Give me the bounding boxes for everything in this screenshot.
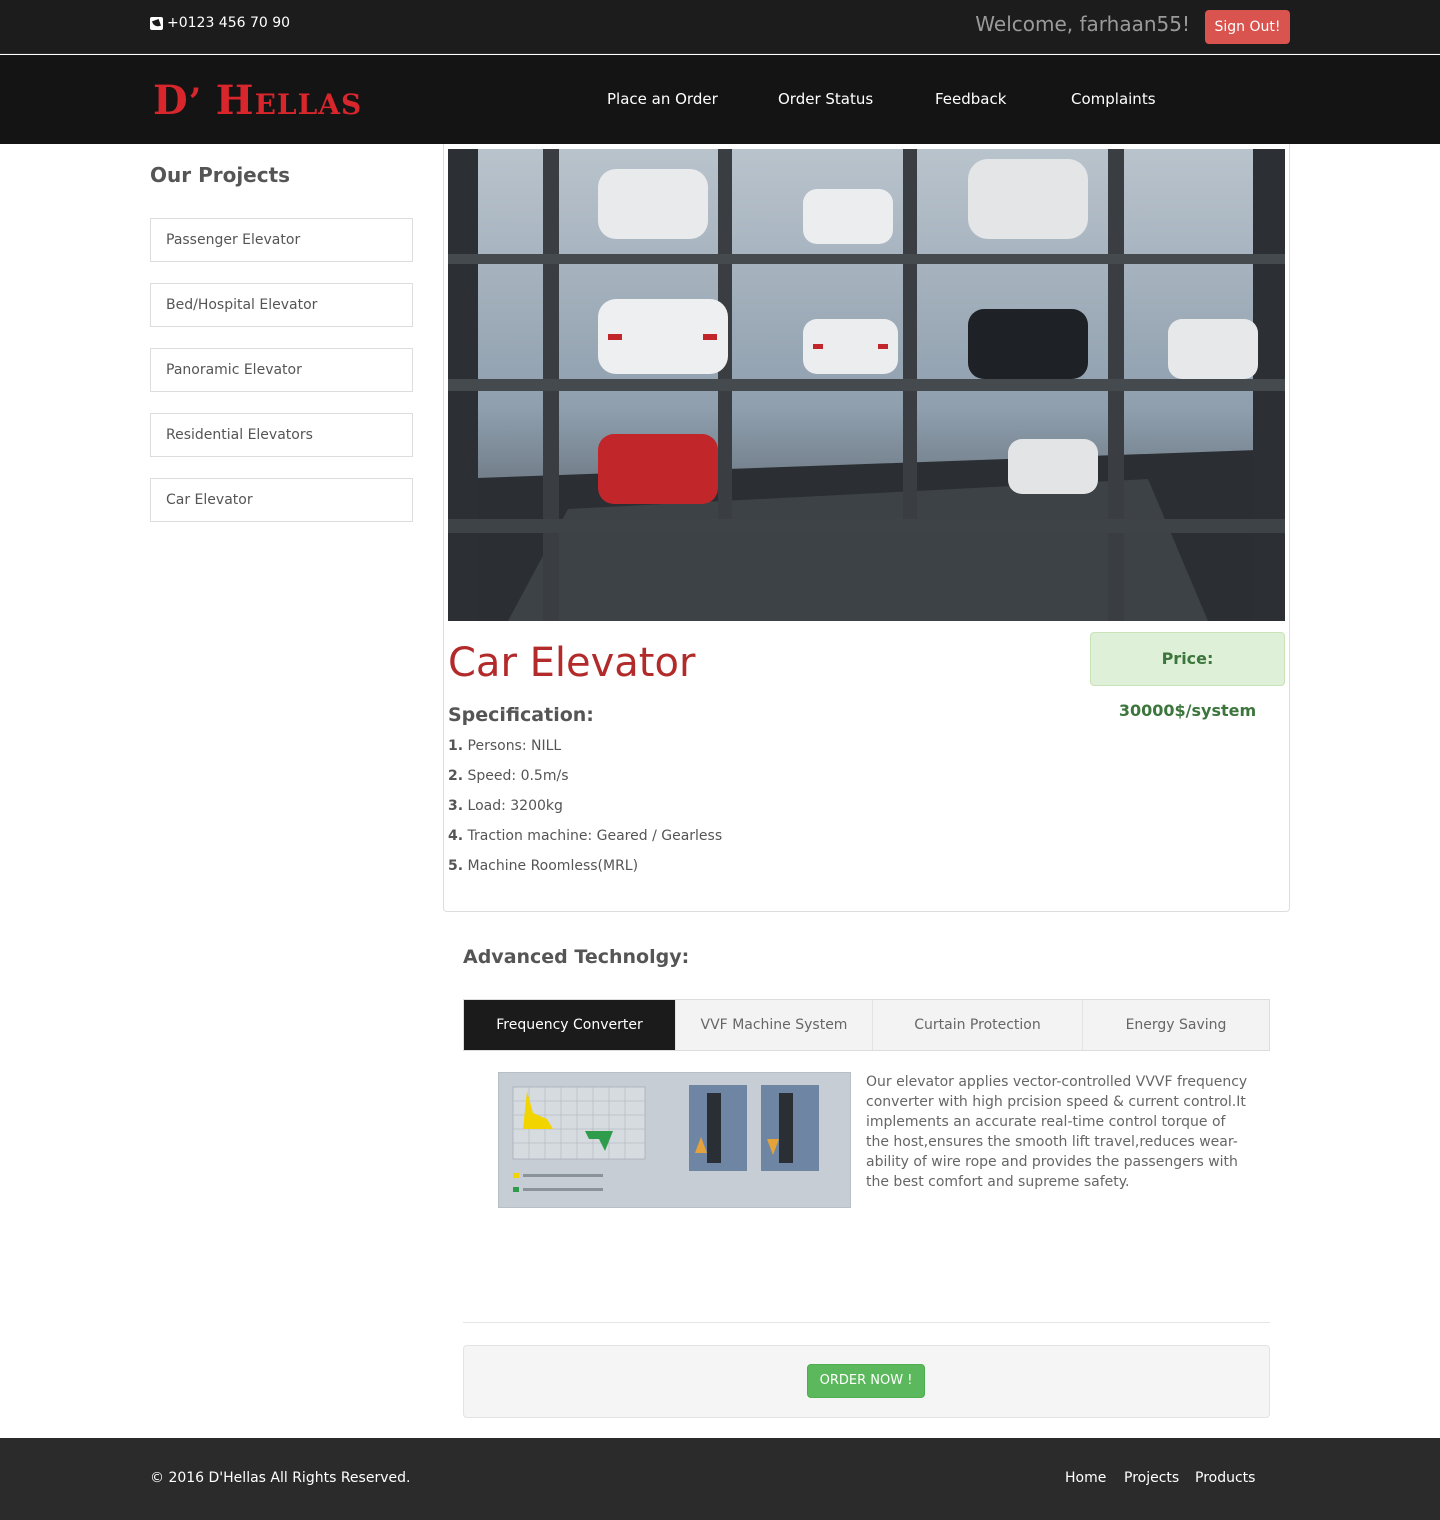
technology-tabs: Frequency Converter VVF Machine System C…: [463, 999, 1270, 1051]
nav-complaints[interactable]: Complaints: [1071, 90, 1156, 108]
main-navbar: D’ HELLAS Place an Order Order Status Fe…: [0, 55, 1440, 144]
nav-feedback[interactable]: Feedback: [935, 90, 1006, 108]
tab-curtain-protection[interactable]: Curtain Protection: [873, 1000, 1083, 1050]
phone-number: +0123 456 70 90: [167, 15, 291, 31]
spec-item: 2. Speed: 0.5m/s: [448, 768, 569, 784]
product-title: Car Elevator: [448, 640, 696, 686]
tab-frequency-converter[interactable]: Frequency Converter: [464, 1000, 676, 1050]
tab-description: Our elevator applies vector-controlled V…: [866, 1074, 1248, 1190]
advanced-technology-heading: Advanced Technolgy:: [463, 946, 690, 968]
welcome-message: Welcome, farhaan55!: [975, 12, 1190, 36]
footer: © 2016 D'Hellas All Rights Reserved. Hom…: [0, 1438, 1440, 1520]
nav-order-status[interactable]: Order Status: [778, 90, 873, 108]
frequency-converter-diagram: [498, 1072, 851, 1208]
sidebar-item-residential-elevators[interactable]: Residential Elevators: [150, 413, 413, 457]
footer-link-home[interactable]: Home: [1065, 1470, 1106, 1486]
car-elevator-photo: [448, 149, 1285, 621]
order-now-button[interactable]: ORDER NOW !: [807, 1364, 925, 1398]
spec-item: 4. Traction machine: Geared / Gearless: [448, 828, 723, 844]
footer-link-projects[interactable]: Projects: [1124, 1470, 1179, 1486]
spec-item: 3. Load: 3200kg: [448, 798, 563, 814]
sign-out-button[interactable]: Sign Out!: [1205, 10, 1290, 44]
nav-place-order[interactable]: Place an Order: [607, 90, 718, 108]
spec-item: 5. Machine Roomless(MRL): [448, 858, 639, 874]
footer-link-products[interactable]: Products: [1195, 1470, 1255, 1486]
sidebar-item-passenger-elevator[interactable]: Passenger Elevator: [150, 218, 413, 262]
tab-vvf-machine-system[interactable]: VVF Machine System: [676, 1000, 873, 1050]
sidebar-item-bed-hospital-elevator[interactable]: Bed/Hospital Elevator: [150, 283, 413, 327]
copyright-text: © 2016 D'Hellas All Rights Reserved.: [150, 1470, 411, 1486]
sidebar-title: Our Projects: [150, 163, 291, 187]
phone-contact: +0123 456 70 90: [150, 15, 290, 31]
phone-icon: [150, 16, 163, 30]
brand-logo[interactable]: D’ HELLAS: [153, 77, 362, 124]
sidebar-item-panoramic-elevator[interactable]: Panoramic Elevator: [150, 348, 413, 392]
specification-heading: Specification:: [448, 704, 594, 726]
spec-item: 1. Persons: NILL: [448, 738, 562, 754]
section-divider: [463, 1322, 1270, 1323]
price-badge: Price: 30000$/system: [1090, 632, 1285, 720]
tab-energy-saving[interactable]: Energy Saving: [1083, 1000, 1269, 1050]
sidebar-item-car-elevator[interactable]: Car Elevator: [150, 478, 413, 522]
top-bar: +0123 456 70 90 Welcome, farhaan55! Sign…: [0, 0, 1440, 54]
